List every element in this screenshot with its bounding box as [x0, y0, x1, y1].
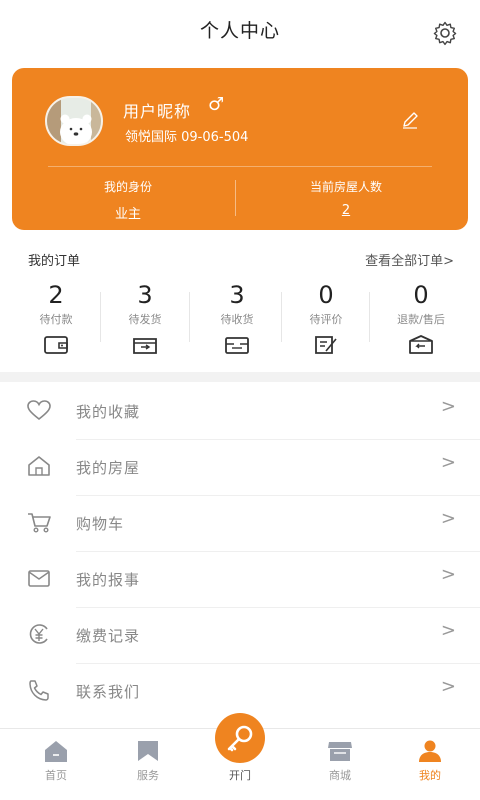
profile-card: 用户昵称 ♂ 领悦国际 09-06-504 我的身份 业主 当前房屋人数 2: [12, 68, 468, 230]
order-label: 待付款: [39, 313, 73, 326]
residents-value: 2: [341, 203, 351, 218]
order-label: 退款/售后: [397, 313, 445, 326]
order-separator: [369, 292, 370, 342]
receive-box-icon: [225, 337, 249, 354]
order-label: 待收货: [220, 313, 254, 326]
bear-avatar-image: [47, 98, 101, 144]
card-vertical-divider: [235, 180, 236, 216]
orders-title: 我的订单: [28, 254, 81, 269]
order-count: 0: [413, 281, 429, 309]
avatar[interactable]: [45, 96, 103, 146]
bottom-tab-bar: 首页 服务 开门 商城 我的: [0, 713, 480, 800]
chevron-right-icon: >: [440, 620, 456, 641]
ship-box-icon: [133, 338, 157, 354]
tab-label: 首页: [45, 769, 67, 782]
order-count: 3: [229, 281, 245, 309]
chevron-right-icon: >: [440, 508, 456, 529]
menu-item-label: 我的收藏: [76, 403, 141, 421]
top-bar: 个人中心: [0, 0, 480, 62]
order-count: 2: [48, 281, 64, 309]
menu-item-reports[interactable]: 我的报事 >: [0, 552, 480, 608]
menu-item-label: 购物车: [76, 515, 125, 533]
tab-mall[interactable]: 商城: [305, 739, 375, 783]
mail-icon: [28, 570, 50, 587]
card-divider: [48, 166, 432, 167]
home-icon: [45, 741, 67, 762]
yuan-icon: [29, 624, 48, 644]
order-pending-review[interactable]: 0 待评价: [282, 280, 370, 357]
gear-icon[interactable]: [432, 20, 458, 46]
page-title: 个人中心: [199, 20, 280, 42]
residents-stat[interactable]: 当前房屋人数 2: [256, 178, 436, 218]
tab-label[interactable]: 开门: [205, 767, 275, 783]
flag-icon: [138, 741, 158, 761]
profile-page: 个人中心 用户昵称 ♂ 领悦国际 09-06-504 我的身份 业主 当前房屋人…: [0, 0, 480, 800]
order-separator: [189, 292, 190, 342]
order-label: 待发货: [128, 313, 162, 326]
tab-label: 我的: [419, 769, 441, 782]
chevron-right-icon: >: [440, 564, 456, 585]
house-address: 领悦国际 09-06-504: [125, 130, 249, 145]
shop-icon: [328, 742, 352, 761]
identity-value: 业主: [114, 207, 141, 222]
menu-item-payment-records[interactable]: 缴费记录 >: [0, 608, 480, 664]
tab-service[interactable]: 服务: [113, 739, 183, 783]
heart-icon: [27, 400, 51, 421]
order-refund-after-sales[interactable]: 0 退款/售后: [377, 280, 465, 357]
nickname: 用户昵称: [123, 102, 192, 121]
order-count: 0: [318, 281, 334, 309]
menu-item-label: 缴费记录: [76, 627, 141, 645]
order-label: 待评价: [309, 313, 343, 326]
wallet-icon: [44, 336, 68, 354]
tab-label: 商城: [329, 769, 351, 782]
tab-mine[interactable]: 我的: [395, 739, 465, 783]
cart-icon: [28, 513, 51, 533]
section-gap: [0, 372, 480, 382]
menu-item-cart[interactable]: 购物车 >: [0, 496, 480, 552]
user-icon: [419, 740, 441, 762]
identity-stat[interactable]: 我的身份 业主: [38, 178, 218, 222]
tab-home[interactable]: 首页: [21, 739, 91, 783]
menu-item-label: 我的房屋: [76, 459, 141, 477]
open-door-button[interactable]: [215, 713, 265, 763]
residents-label: 当前房屋人数: [309, 180, 382, 194]
order-count: 3: [137, 281, 153, 309]
menu-item-label: 联系我们: [76, 683, 141, 701]
menu-item-contact-us[interactable]: 联系我们 >: [0, 664, 480, 720]
menu-item-my-house[interactable]: 我的房屋 >: [0, 440, 480, 496]
key-icon: [227, 725, 253, 752]
edit-icon[interactable]: [400, 110, 420, 130]
order-pending-receipt[interactable]: 3 待收货: [193, 280, 281, 357]
male-icon: ♂: [208, 94, 225, 115]
order-pending-payment[interactable]: 2 待付款: [12, 280, 100, 357]
chevron-right-icon: >: [440, 396, 456, 417]
house-icon: [28, 456, 50, 476]
chevron-right-icon: >: [440, 452, 456, 473]
phone-icon: [29, 680, 49, 701]
view-all-orders-link[interactable]: 查看全部订单>: [365, 250, 454, 269]
menu-item-favorites[interactable]: 我的收藏 >: [0, 384, 480, 440]
refund-icon: [409, 335, 433, 354]
chevron-right-icon: >: [440, 676, 456, 697]
review-icon: [315, 336, 337, 354]
menu-item-label: 我的报事: [76, 571, 141, 589]
order-pending-shipment[interactable]: 3 待发货: [101, 280, 189, 357]
tab-label: 服务: [137, 769, 159, 782]
identity-label: 我的身份: [103, 180, 152, 194]
